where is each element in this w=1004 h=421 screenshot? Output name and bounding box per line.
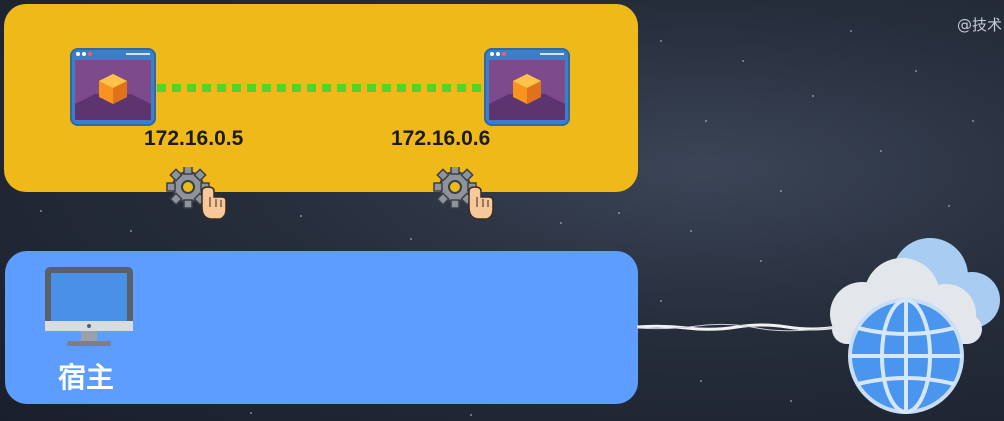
container-window-icon (70, 48, 156, 126)
host-label: 宿主 (58, 361, 115, 394)
cloud-globe-icon (830, 238, 1000, 414)
container-ip-label: 172.16.0.6 (391, 127, 491, 150)
monitor-icon (45, 267, 133, 346)
container-ip-label: 172.16.0.5 (144, 127, 244, 150)
host-internet-link (637, 323, 837, 332)
watermark-text: @技术 (957, 16, 1003, 34)
gear-hand-icon (166, 167, 227, 220)
container-window-icon (484, 48, 570, 126)
gear-hand-icon (433, 167, 494, 220)
container-link-line (157, 84, 485, 92)
network-diagram-canvas: @技术 172.16.0.5 172.16.0.6 宿主 (0, 0, 1004, 421)
